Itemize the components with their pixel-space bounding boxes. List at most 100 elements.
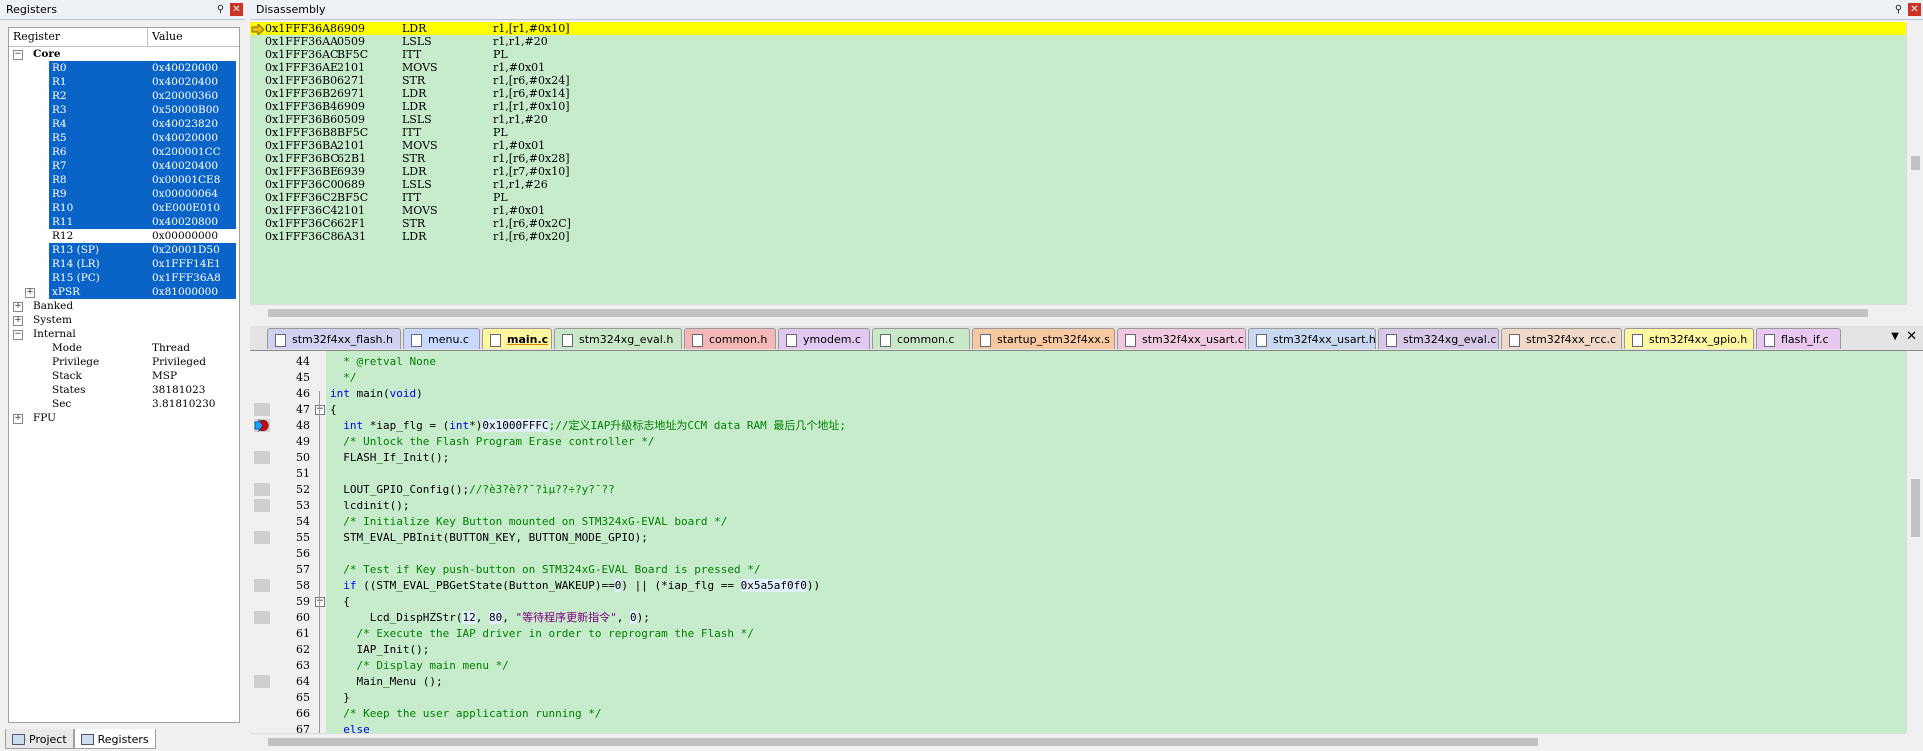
internal-row[interactable]: Sec 3.81810230 (9, 397, 239, 411)
code-line[interactable]: */ (330, 370, 356, 386)
register-row[interactable]: R11 0x40020800 (9, 215, 239, 229)
close-tab-icon[interactable]: ✕ (1906, 329, 1917, 344)
value-column-header[interactable]: Value (148, 28, 187, 46)
register-row[interactable]: R7 0x40020400 (9, 159, 239, 173)
banked-group[interactable]: + Banked (9, 299, 239, 313)
editor-text-area[interactable]: * @retval None */int main(void){ int *ia… (326, 351, 1906, 733)
code-line[interactable]: * @retval None (330, 354, 436, 370)
code-line[interactable]: if ((STM_EVAL_PBGetState(Button_WAKEUP)=… (330, 578, 820, 594)
disassembly-horizontal-scrollbar[interactable] (250, 304, 1906, 321)
pin-icon[interactable]: ⚲ (1892, 3, 1905, 16)
tab-stm32f4xx-rcc-c[interactable]: stm32f4xx_rcc.c (1501, 328, 1622, 349)
tab-project[interactable]: Project (5, 729, 74, 749)
fold-collapse-icon[interactable]: − (315, 405, 325, 415)
tab-stm324xg-eval-c[interactable]: stm324xg_eval.c (1378, 328, 1499, 349)
code-line[interactable]: int *iap_flg = (int*)0x1000FFFC;//定义IAP升… (330, 418, 846, 434)
code-line[interactable]: } (330, 690, 350, 706)
disassembly-vertical-scrollbar[interactable] (1906, 22, 1923, 304)
breakpoint-margin-marker[interactable] (254, 579, 270, 592)
register-row[interactable]: R5 0x40020000 (9, 131, 239, 145)
tab-list-dropdown-icon[interactable]: ▼ (1891, 331, 1899, 342)
register-row[interactable]: R12 0x00000000 (9, 229, 239, 243)
scroll-thumb[interactable] (268, 738, 1538, 746)
breakpoint-margin-marker[interactable] (254, 483, 270, 496)
tab-stm32f4xx-gpio-h[interactable]: stm32f4xx_gpio.h (1624, 328, 1754, 349)
editor-gutter[interactable]: 44 45 46 47−48 49 50 51 52 53 54 55 56 57 58 59−60 61 62… (250, 351, 326, 736)
tab-menu-c[interactable]: menu.c (403, 328, 480, 349)
register-row[interactable]: R9 0x00000064 (9, 187, 239, 201)
breakpoint-margin-marker[interactable] (254, 418, 270, 433)
tab-stm324xg-eval-h[interactable]: stm324xg_eval.h (554, 328, 682, 349)
code-line[interactable]: STM_EVAL_PBInit(BUTTON_KEY, BUTTON_MODE_… (330, 530, 648, 546)
breakpoint-margin-marker[interactable] (254, 611, 270, 624)
code-line[interactable]: Lcd_DispHZStr(12, 80, "等待程序更新指令", 0); (330, 610, 650, 626)
register-row[interactable]: R2 0x20000360 (9, 89, 239, 103)
breakpoint-margin-marker[interactable] (254, 403, 270, 416)
code-line[interactable]: /* Display main menu */ (330, 658, 508, 674)
code-line[interactable]: /* Initialize Key Button mounted on STM3… (330, 514, 727, 530)
tab-main-c[interactable]: main.c (482, 328, 552, 349)
code-line[interactable]: /* Execute the IAP driver in order to re… (330, 626, 753, 642)
internal-row[interactable]: Privilege Privileged (9, 355, 239, 369)
close-icon[interactable]: ✕ (1908, 3, 1921, 16)
fold-collapse-icon[interactable]: − (315, 597, 325, 607)
tab-startup-stm32f4xx-s[interactable]: startup_stm32f4xx.s (972, 328, 1115, 349)
core-group[interactable]: − Core (9, 47, 239, 61)
registers-tree[interactable]: Register Value − Core R0 0x40020000 R1 0x4002… (8, 27, 240, 723)
register-row[interactable]: R8 0x00001CE8 (9, 173, 239, 187)
tab-common-c[interactable]: common.c (872, 328, 970, 349)
expand-icon[interactable]: + (13, 414, 23, 424)
tab-stm32f4xx-usart-h[interactable]: stm32f4xx_usart.h (1248, 328, 1376, 349)
code-line[interactable]: { (330, 402, 337, 418)
code-line[interactable]: FLASH_If_Init(); (330, 450, 449, 466)
expand-icon[interactable]: + (13, 302, 23, 312)
breakpoint-margin-marker[interactable] (254, 531, 270, 544)
code-line[interactable]: else (330, 722, 370, 733)
register-row[interactable]: R15 (PC) 0x1FFF36A8 (9, 271, 239, 285)
internal-group[interactable]: − Internal (9, 327, 239, 341)
expand-icon[interactable]: + (25, 288, 35, 298)
breakpoint-margin-marker[interactable] (254, 499, 270, 512)
internal-row[interactable]: Mode Thread (9, 341, 239, 355)
code-line[interactable]: Main_Menu (); (330, 674, 442, 690)
tab-registers[interactable]: Registers (73, 729, 156, 749)
tab-stm32f4xx-usart-c[interactable]: stm32f4xx_usart.c (1117, 328, 1246, 349)
system-group[interactable]: + System (9, 313, 239, 327)
close-icon[interactable]: ✕ (230, 3, 243, 16)
current-instruction-line[interactable]: 0x1FFF36A8 6909 LDR r1,[r1,#0x10] (250, 22, 1906, 35)
tab-ymodem-c[interactable]: ymodem.c (778, 328, 870, 349)
code-line[interactable]: { (330, 594, 350, 610)
register-row[interactable]: R3 0x50000B00 (9, 103, 239, 117)
editor-vertical-scrollbar[interactable] (1906, 351, 1923, 733)
collapse-icon[interactable]: − (13, 330, 23, 340)
code-line[interactable]: /* Unlock the Flash Program Erase contro… (330, 434, 654, 450)
code-line[interactable]: int main(void) (330, 386, 423, 402)
pin-icon[interactable]: ⚲ (214, 3, 227, 16)
register-row[interactable]: R0 0x40020000 (9, 61, 239, 75)
register-column-header[interactable]: Register (9, 28, 148, 46)
register-row[interactable]: + xPSR 0x81000000 (9, 285, 239, 299)
tab-stm32f4xx-flash-h[interactable]: stm32f4xx_flash.h (267, 328, 401, 349)
register-row[interactable]: R10 0xE000E010 (9, 201, 239, 215)
code-line[interactable]: /* Test if Key push-button on STM324xG-E… (330, 562, 760, 578)
breakpoint-margin-marker[interactable] (254, 451, 270, 464)
editor-horizontal-scrollbar[interactable] (250, 733, 1906, 750)
fpu-group[interactable]: + FPU (9, 411, 239, 425)
scroll-thumb[interactable] (1911, 479, 1920, 537)
code-line[interactable]: /* Keep the user application running */ (330, 706, 601, 722)
collapse-icon[interactable]: − (13, 50, 23, 60)
scroll-thumb[interactable] (268, 309, 1868, 317)
register-row[interactable]: R4 0x40023820 (9, 117, 239, 131)
register-row[interactable]: R1 0x40020400 (9, 75, 239, 89)
code-line[interactable]: IAP_Init(); (330, 642, 429, 658)
expand-icon[interactable]: + (13, 316, 23, 326)
code-line[interactable]: LOUT_GPIO_Config();//?è3?è??¯?ìµ??÷?y?¯?… (330, 482, 615, 498)
scroll-thumb[interactable] (1911, 156, 1920, 170)
register-row[interactable]: R13 (SP) 0x20001D50 (9, 243, 239, 257)
register-row[interactable]: R14 (LR) 0x1FFF14E1 (9, 257, 239, 271)
breakpoint-margin-marker[interactable] (254, 675, 270, 688)
disassembly-view[interactable]: 0x1FFF36A8 6909 LDR r1,[r1,#0x10] 0x1FFF36AA… (250, 22, 1906, 304)
register-row[interactable]: R6 0x200001CC (9, 145, 239, 159)
code-line[interactable]: lcdinit(); (330, 498, 409, 514)
tab-common-h[interactable]: common.h (684, 328, 776, 349)
